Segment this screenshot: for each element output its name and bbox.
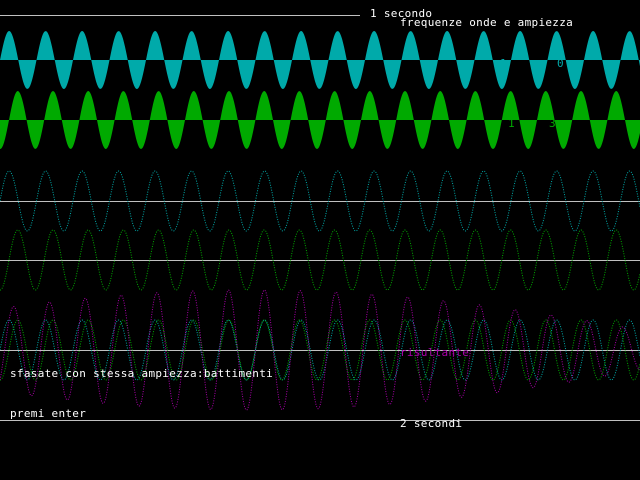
resultant-label: risultante xyxy=(400,346,470,359)
header-label: frequenze onde e ampiezza xyxy=(400,16,574,29)
caption-label: sfasate con stessa ampiezza:battimenti xyxy=(10,367,274,380)
wave1-frequency-value: 1 xyxy=(500,57,507,70)
press-enter-prompt: premi enter xyxy=(10,407,87,420)
wave2-frequency-value: 1 xyxy=(508,117,515,130)
oscilloscope-canvas xyxy=(0,15,640,421)
wave1-amplitude-value: 0 xyxy=(557,57,564,70)
filled-wave-green xyxy=(0,91,640,149)
filled-wave-teal xyxy=(0,31,640,89)
two-seconds-label: 2 secondi xyxy=(400,417,463,430)
wave2-amplitude-value: 3 xyxy=(549,117,556,130)
